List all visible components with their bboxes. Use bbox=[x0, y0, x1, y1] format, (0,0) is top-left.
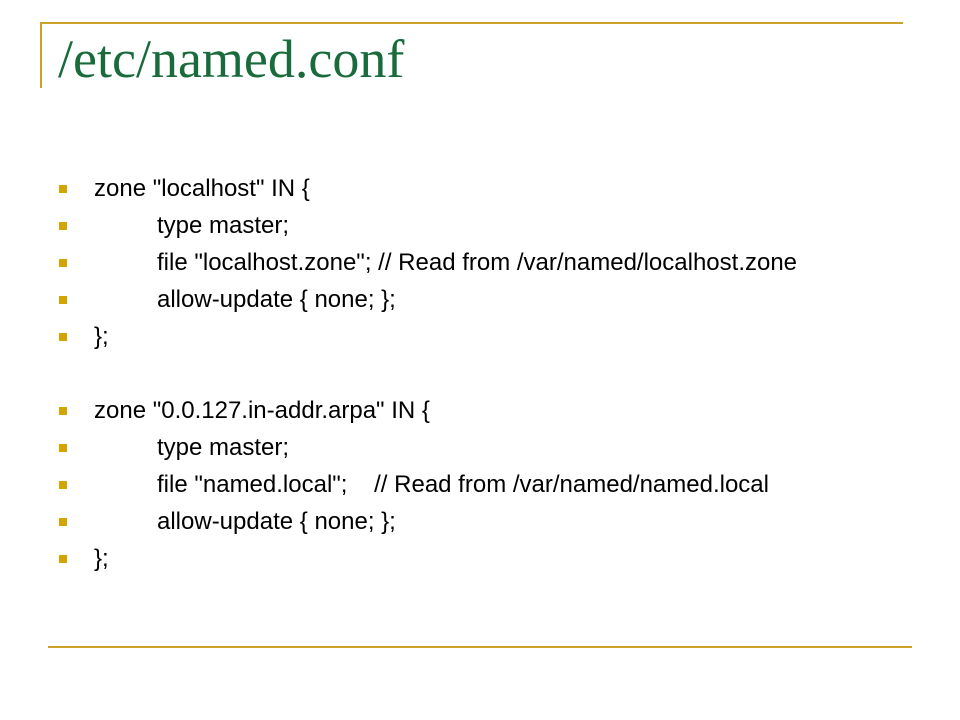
list-item: }; bbox=[0, 540, 930, 577]
square-bullet-icon bbox=[59, 407, 67, 415]
square-bullet-icon bbox=[59, 444, 67, 452]
code-line: zone "0.0.127.in-addr.arpa" IN { bbox=[94, 397, 430, 424]
bottom-border-rule bbox=[48, 646, 912, 648]
code-line: allow-update { none; }; bbox=[157, 508, 396, 535]
code-line: }; bbox=[94, 545, 109, 572]
list-item: file "localhost.zone"; // Read from /var… bbox=[0, 244, 930, 281]
slide-body: zone "localhost" IN { type master; file … bbox=[0, 0, 960, 720]
list-item: zone "localhost" IN { bbox=[0, 170, 930, 207]
square-bullet-icon bbox=[59, 481, 67, 489]
code-line: type master; bbox=[157, 212, 290, 239]
list-item: allow-update { none; }; bbox=[0, 503, 930, 540]
square-bullet-icon bbox=[59, 296, 67, 304]
code-line: file "named.local"; // Read from /var/na… bbox=[157, 471, 769, 498]
square-bullet-icon bbox=[59, 222, 67, 230]
list-item: file "named.local"; // Read from /var/na… bbox=[0, 466, 930, 503]
square-bullet-icon bbox=[59, 333, 67, 341]
code-line: }; bbox=[94, 323, 109, 350]
list-item: }; bbox=[0, 318, 930, 355]
code-line: file "localhost.zone"; // Read from /var… bbox=[157, 249, 798, 276]
code-line: allow-update { none; }; bbox=[157, 286, 396, 313]
code-line: zone "localhost" IN { bbox=[94, 175, 310, 202]
code-line: type master; bbox=[157, 434, 290, 461]
list-item: zone "0.0.127.in-addr.arpa" IN { bbox=[0, 392, 930, 429]
list-item: allow-update { none; }; bbox=[0, 281, 930, 318]
square-bullet-icon bbox=[59, 185, 67, 193]
list-item: type master; bbox=[0, 429, 930, 466]
list-item: type master; bbox=[0, 207, 930, 244]
square-bullet-icon bbox=[59, 555, 67, 563]
square-bullet-icon bbox=[59, 518, 67, 526]
square-bullet-icon bbox=[59, 259, 67, 267]
